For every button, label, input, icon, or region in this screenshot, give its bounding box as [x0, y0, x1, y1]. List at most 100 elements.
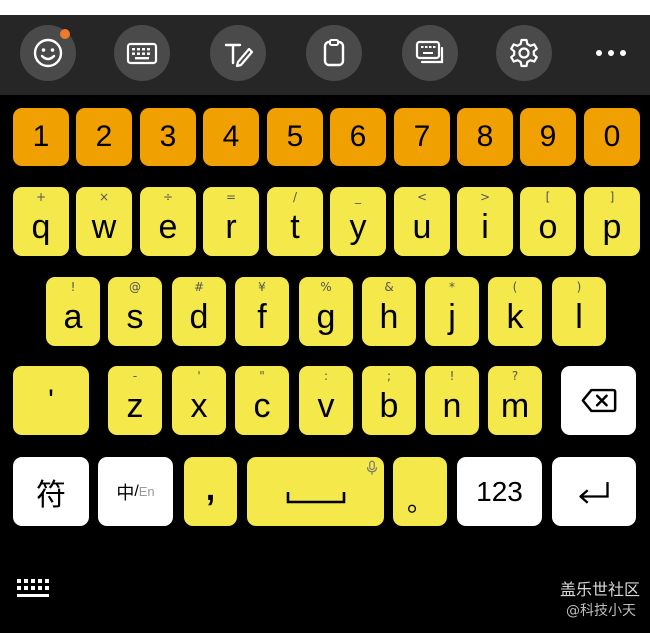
key-label: b: [379, 386, 399, 425]
key-secondary: /: [292, 190, 298, 204]
space-key[interactable]: [247, 457, 384, 526]
key-label: m: [500, 386, 530, 425]
space-icon: [286, 491, 345, 503]
key-v[interactable]: :v: [299, 366, 353, 435]
key-h[interactable]: & h: [362, 277, 416, 346]
backspace-key[interactable]: [561, 366, 636, 435]
key-label: d: [189, 297, 209, 336]
key-q[interactable]: + q: [13, 187, 69, 256]
key-x[interactable]: ' x: [172, 366, 226, 435]
key-f[interactable]: ¥ f: [235, 277, 289, 346]
keyboard-mode-button[interactable]: [114, 25, 170, 81]
key-4[interactable]: 4: [203, 108, 259, 166]
key-i[interactable]: > i: [457, 187, 513, 256]
key-6[interactable]: 6: [330, 108, 386, 166]
key-7[interactable]: 7: [394, 108, 450, 166]
key-e[interactable]: ÷ e: [140, 187, 196, 256]
status-strip: [0, 0, 650, 15]
key-secondary: #: [193, 280, 205, 294]
enter-key[interactable]: [552, 457, 636, 526]
key-9[interactable]: 9: [520, 108, 576, 166]
comma-key[interactable]: ,: [184, 457, 237, 526]
key-secondary: _: [355, 190, 361, 204]
key-label: c: [253, 386, 271, 425]
key-secondary: !: [70, 280, 76, 294]
key-0[interactable]: 0: [584, 108, 640, 166]
key-p[interactable]: ] p: [584, 187, 640, 256]
key-label: f: [257, 297, 267, 336]
emoji-icon: [33, 38, 63, 68]
handwriting-button[interactable]: [210, 25, 266, 81]
key-label: s: [126, 297, 144, 336]
key-secondary: [: [545, 190, 551, 204]
key-a[interactable]: ! a: [46, 277, 100, 346]
more-icon: [596, 50, 626, 56]
keyboard-switch-button[interactable]: [402, 25, 458, 81]
key-label: 0: [603, 120, 621, 153]
key-label: 123: [476, 475, 523, 507]
key-r[interactable]: = r: [203, 187, 259, 256]
settings-button[interactable]: [496, 25, 552, 81]
key-n[interactable]: ! n: [425, 366, 479, 435]
keyboard-toolbar: [0, 15, 650, 95]
key-label: 5: [286, 120, 304, 153]
key-label: t: [290, 207, 300, 246]
symbol-key[interactable]: 符: [13, 457, 89, 526]
key-k[interactable]: (k: [488, 277, 542, 346]
key-d[interactable]: # d: [172, 277, 226, 346]
key-l[interactable]: ) l: [552, 277, 606, 346]
navigation-bar: [0, 545, 650, 633]
period-key[interactable]: 。: [393, 457, 447, 526]
key-m[interactable]: ? m: [488, 366, 542, 435]
key-5[interactable]: 5: [267, 108, 323, 166]
more-button[interactable]: [588, 25, 634, 81]
handwriting-icon: [224, 43, 254, 68]
key-secondary: ': [197, 369, 201, 383]
key-label: k: [506, 297, 524, 336]
key-label: v: [317, 386, 335, 425]
key-label: 。: [406, 488, 433, 518]
emoji-button[interactable]: [20, 25, 76, 81]
language-switch-key[interactable]: 中 / En: [98, 457, 173, 526]
watermark-author: @科技小天: [566, 603, 636, 619]
key-g[interactable]: % g: [299, 277, 353, 346]
key-t[interactable]: / t: [267, 187, 323, 256]
key-secondary: (: [512, 280, 518, 294]
key-label: 4: [222, 120, 240, 153]
key-secondary: ;: [386, 369, 392, 383]
key-c[interactable]: " c: [235, 366, 289, 435]
key-label: u: [412, 207, 432, 246]
key-s[interactable]: @ s: [108, 277, 162, 346]
clipboard-button[interactable]: [306, 25, 362, 81]
key-y[interactable]: _ y: [330, 187, 386, 256]
key-secondary: ¥: [258, 280, 266, 294]
key-secondary: ): [576, 280, 582, 294]
key-3[interactable]: 3: [140, 108, 196, 166]
key-o[interactable]: [o: [520, 187, 576, 256]
numeric-mode-key[interactable]: 123: [457, 457, 542, 526]
key-b[interactable]: ; b: [362, 366, 416, 435]
key-w[interactable]: × w: [76, 187, 132, 256]
key-2[interactable]: 2: [76, 108, 132, 166]
key-j[interactable]: * j: [425, 277, 479, 346]
key-label: 3: [159, 120, 177, 153]
key-apostrophe[interactable]: ': [13, 366, 89, 435]
key-secondary: :: [323, 369, 329, 383]
hide-keyboard-button[interactable]: [16, 578, 54, 605]
enter-icon: [579, 481, 609, 504]
notification-dot: [60, 29, 70, 39]
key-secondary: <: [416, 190, 428, 204]
key-label: ': [48, 383, 54, 417]
key-label: 符: [36, 477, 66, 513]
key-1[interactable]: 1: [13, 108, 69, 166]
key-label: 1: [32, 120, 50, 153]
key-secondary: +: [35, 190, 47, 204]
microphone-icon: [366, 460, 378, 475]
key-secondary: ": [259, 369, 265, 383]
key-label: ,: [205, 470, 216, 508]
key-u[interactable]: < u: [394, 187, 450, 256]
key-label: j: [448, 297, 456, 336]
key-8[interactable]: 8: [457, 108, 513, 166]
lang-alt: En: [138, 484, 155, 499]
key-z[interactable]: -z: [108, 366, 162, 435]
